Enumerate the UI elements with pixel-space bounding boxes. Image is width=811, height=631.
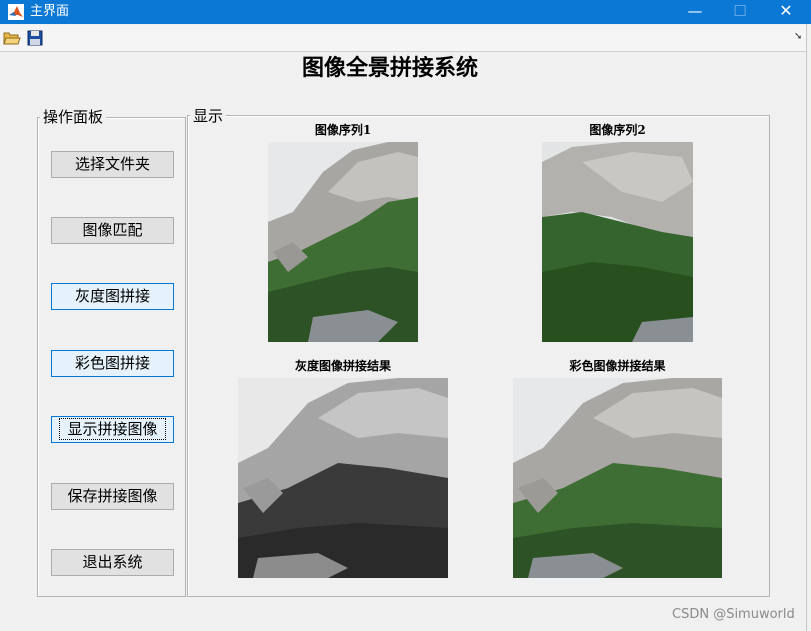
color-result-title: 彩色图像拼接结果 <box>569 359 666 373</box>
maximize-icon[interactable]: ☐ <box>717 0 763 24</box>
window-title: 主界面 <box>30 4 70 19</box>
color-stitch-button[interactable]: 彩色图拼接 <box>51 350 174 377</box>
gray-result-title: 灰度图像拼接结果 <box>294 359 391 373</box>
show-stitched-button[interactable]: 显示拼接图像 <box>51 416 174 443</box>
gray-stitch-button[interactable]: 灰度图拼接 <box>51 283 174 310</box>
image-seq2 <box>542 142 693 342</box>
select-folder-button[interactable]: 选择文件夹 <box>51 151 174 178</box>
select-folder-label: 选择文件夹 <box>74 155 150 173</box>
show-stitched-label: 显示拼接图像 <box>59 418 166 440</box>
open-folder-icon[interactable] <box>3 29 21 47</box>
color-stitch-label: 彩色图拼接 <box>74 354 150 372</box>
control-panel-label: 操作面板 <box>40 108 107 126</box>
window-right-edge <box>806 24 811 631</box>
matlab-icon <box>8 4 24 20</box>
gray-stitch-label: 灰度图拼接 <box>74 287 150 305</box>
save-stitched-label: 保存拼接图像 <box>67 487 158 505</box>
minimize-icon[interactable]: — <box>672 0 718 24</box>
save-stitched-button[interactable]: 保存拼接图像 <box>51 483 174 510</box>
save-icon[interactable] <box>26 29 44 47</box>
image-seq2-title: 图像序列2 <box>589 123 646 137</box>
exit-label: 退出系统 <box>82 553 143 571</box>
toolbar: ➘ <box>0 25 811 52</box>
image-match-label: 图像匹配 <box>82 221 143 239</box>
page-title: 图像全景拼接系统 <box>301 55 478 81</box>
exit-button[interactable]: 退出系统 <box>51 549 174 576</box>
display-panel-label: 显示 <box>190 107 227 125</box>
gray-stitch-image <box>238 378 448 578</box>
toolbar-arrow-icon[interactable]: ➘ <box>794 31 802 42</box>
title-bar: 主界面 — ☐ ✕ <box>0 0 811 24</box>
image-match-button[interactable]: 图像匹配 <box>51 217 174 244</box>
close-icon[interactable]: ✕ <box>763 0 809 24</box>
image-seq1-title: 图像序列1 <box>314 123 372 137</box>
image-seq1 <box>268 142 418 342</box>
watermark: CSDN @Simuworld <box>672 607 795 622</box>
color-stitch-image <box>513 378 722 578</box>
